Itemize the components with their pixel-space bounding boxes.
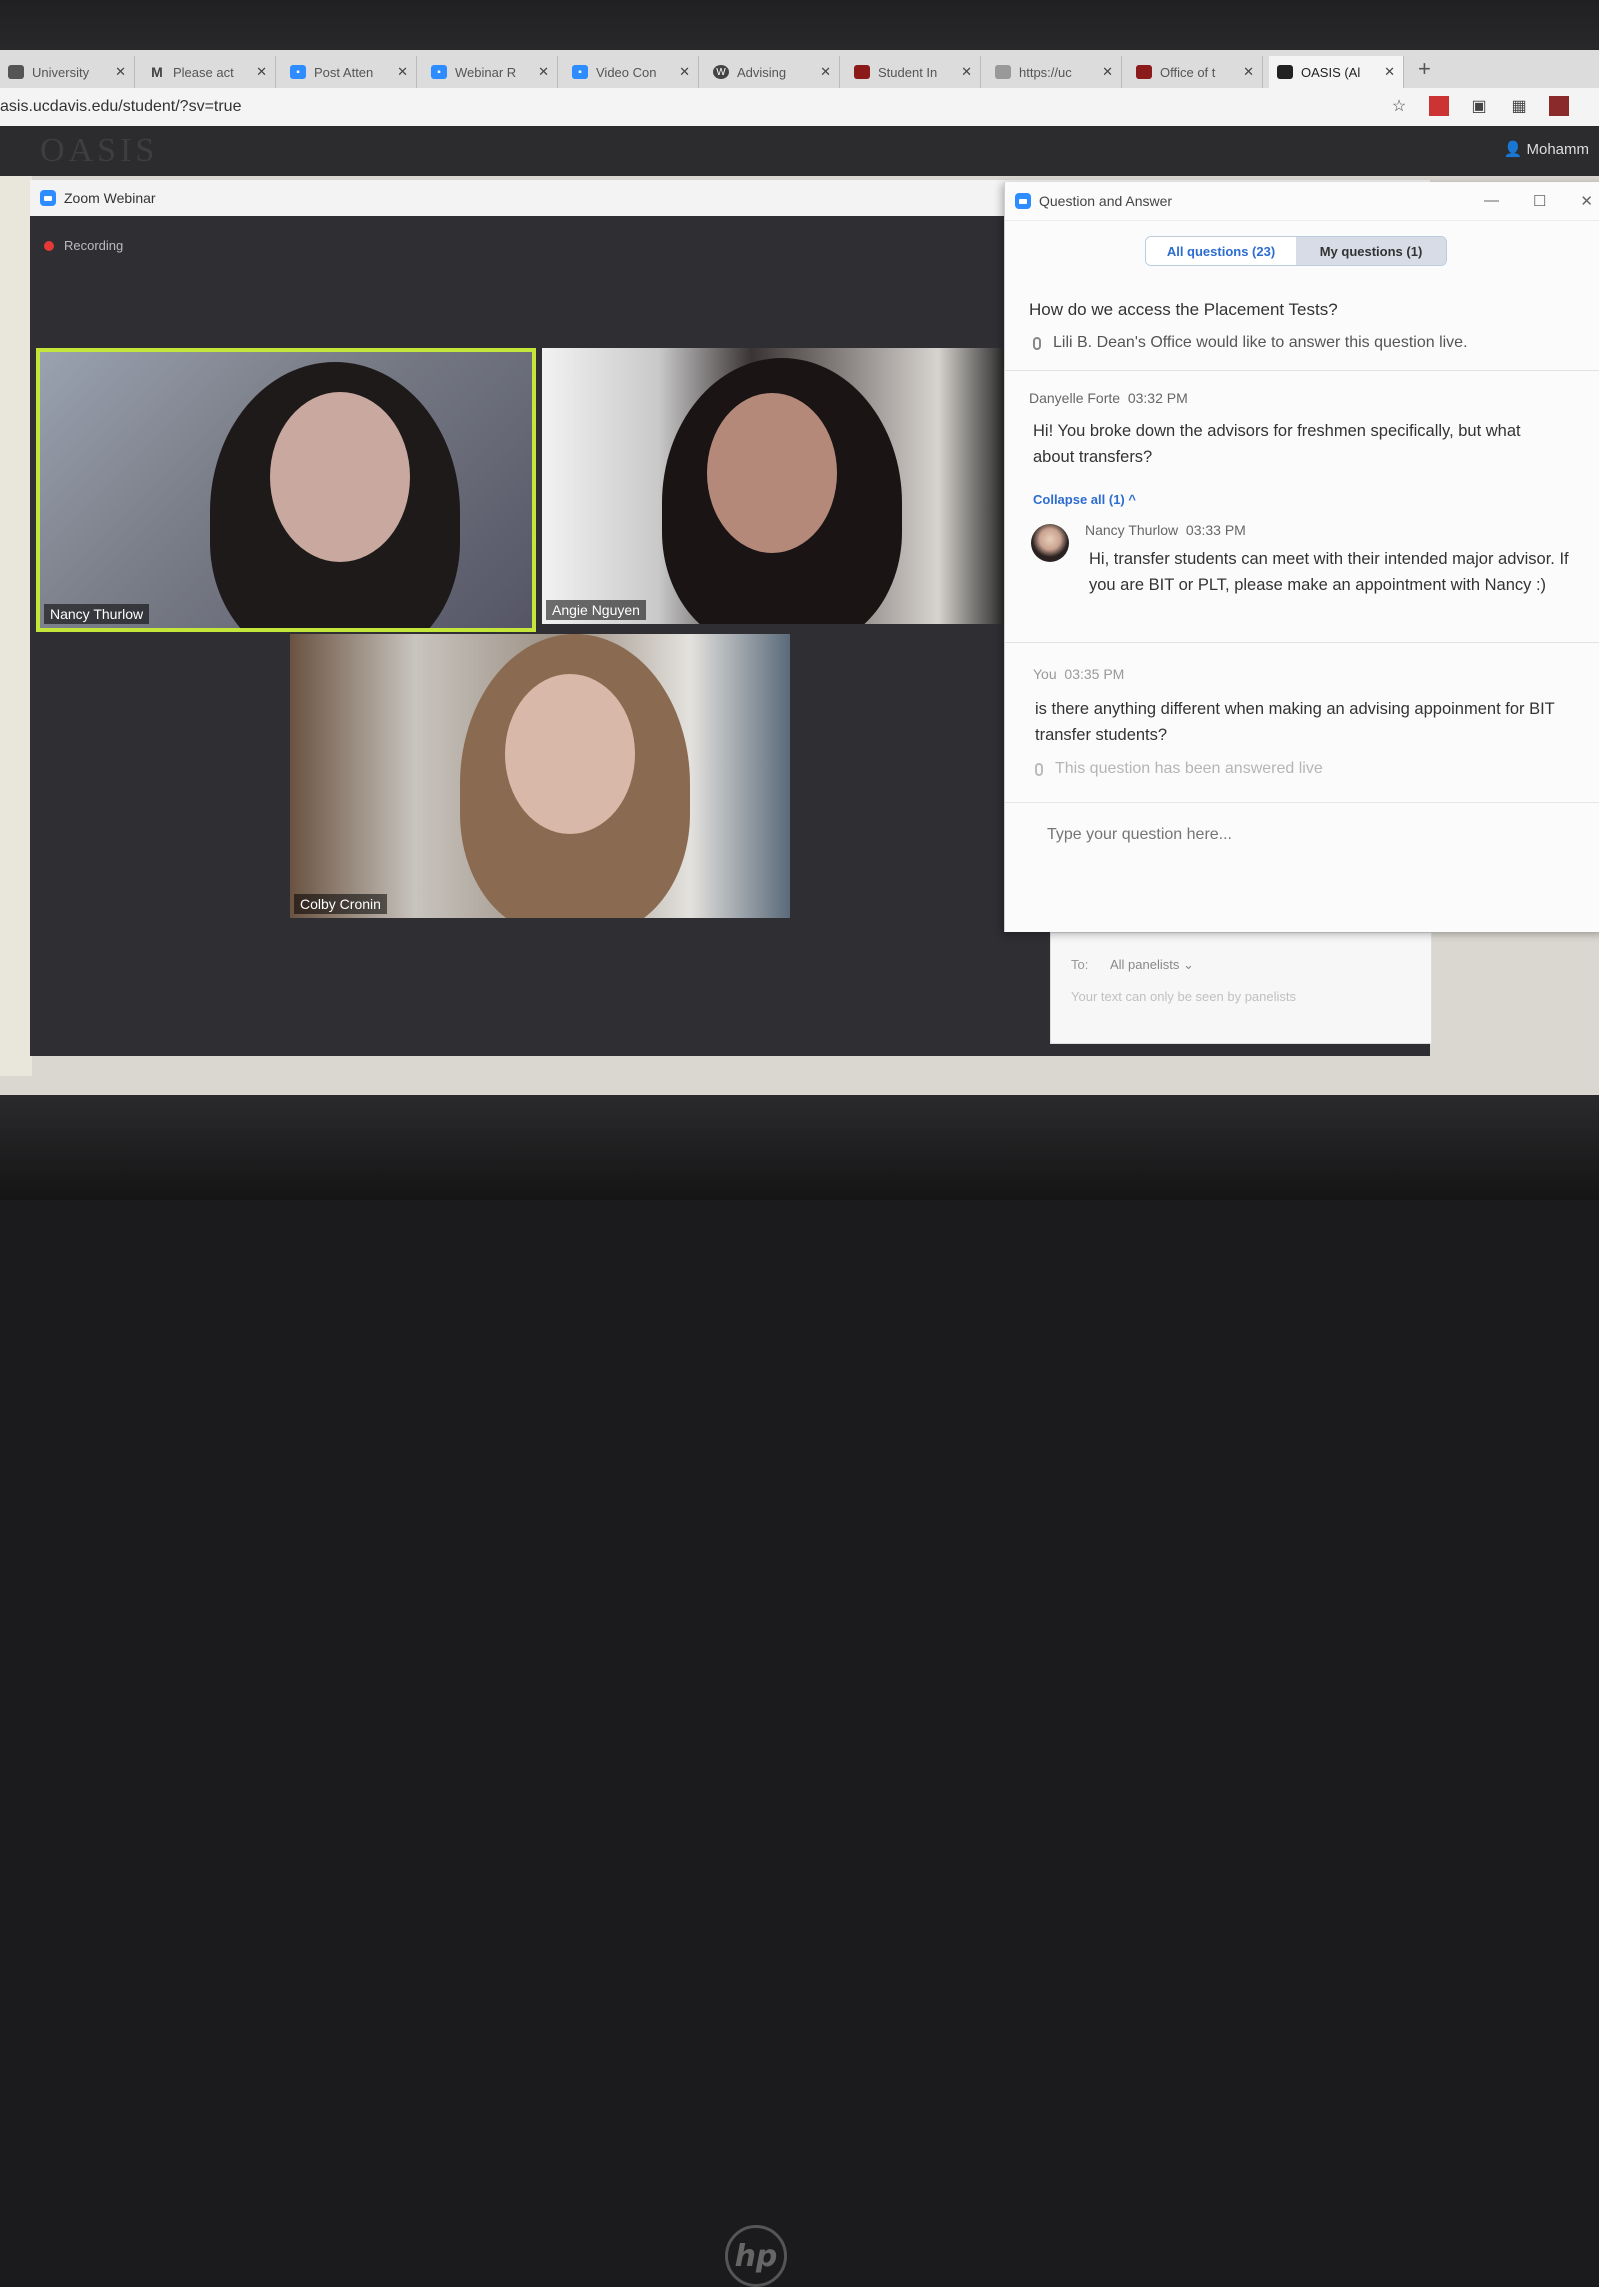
- recording-indicator[interactable]: Recording: [44, 238, 123, 253]
- qa-tab-switch: All questions (23) My questions (1): [1145, 236, 1447, 266]
- question-meta: You 03:35 PM: [1033, 666, 1125, 682]
- question-text: Hi! You broke down the advisors for fres…: [1033, 422, 1521, 466]
- address-bar[interactable]: asis.ucdavis.edu/student/?sv=true ☆ ▣ ▦: [0, 88, 1599, 127]
- zoom-window-title: Zoom Webinar: [64, 190, 156, 206]
- question-input-area: [1005, 802, 1599, 933]
- question-text: How do we access the Placement Tests?: [1029, 300, 1338, 319]
- microphone-icon: [1033, 336, 1041, 350]
- hp-logo: hp: [725, 2225, 787, 2287]
- zoom-icon: ▪: [431, 65, 447, 79]
- answered-live-status: This question has been answered live: [1035, 760, 1323, 778]
- browser-tab[interactable]: M Please act ✕: [141, 56, 276, 88]
- reply-meta: Nancy Thurlow 03:33 PM: [1085, 522, 1246, 538]
- browser-tab[interactable]: W Advising ✕: [705, 56, 840, 88]
- laptop-bezel-bottom: hp: [0, 1095, 1599, 2287]
- recording-dot-icon: [44, 240, 54, 251]
- oasis-icon: [1277, 65, 1293, 79]
- zoom-icon: ▪: [572, 65, 588, 79]
- oasis-logo: OASIS: [40, 132, 159, 169]
- user-icon: 👤: [1503, 141, 1527, 158]
- close-icon[interactable]: ✕: [1243, 64, 1254, 80]
- minimize-icon[interactable]: —: [1484, 192, 1499, 210]
- chat-recipient-row: To: All panelists ⌄: [1071, 957, 1194, 972]
- question-input[interactable]: [1045, 825, 1569, 845]
- microphone-icon: [1035, 762, 1043, 776]
- participant-name-label: Angie Nguyen: [546, 600, 646, 620]
- url-text[interactable]: asis.ucdavis.edu/student/?sv=true: [0, 98, 241, 116]
- avatar: [1031, 524, 1069, 562]
- zoom-icon: ▪: [290, 65, 306, 79]
- window-controls: — ☐ ✕: [1484, 192, 1593, 210]
- tab-all-questions[interactable]: All questions (23): [1146, 237, 1296, 265]
- zoom-logo-icon: [40, 190, 56, 206]
- video-tile-active-speaker[interactable]: Nancy Thurlow: [36, 348, 536, 632]
- browser-tab[interactable]: ▪ Video Con ✕: [564, 56, 699, 88]
- new-tab-plus-icon[interactable]: +: [1418, 56, 1431, 82]
- zoom-logo-icon: [1015, 193, 1031, 209]
- collapse-all-link[interactable]: Collapse all (1) ^: [1033, 492, 1136, 507]
- oasis-header: OASIS 👤 Mohamm: [0, 126, 1599, 176]
- browser-tab-bar: University ✕ M Please act ✕ ▪ Post Atten ✕ ▪ W…: [0, 50, 1599, 88]
- tab-my-questions[interactable]: My questions (1): [1296, 237, 1446, 265]
- document-icon: [995, 65, 1011, 79]
- divider: [1005, 370, 1599, 371]
- qa-window-title: Question and Answer: [1039, 193, 1173, 209]
- browser-tab[interactable]: University ✕: [0, 56, 135, 88]
- pocket-icon[interactable]: ▣: [1469, 96, 1489, 116]
- chevron-down-icon: ⌄: [1182, 957, 1194, 972]
- oasis-user-menu[interactable]: 👤 Mohamm: [1504, 140, 1589, 158]
- qa-window: Question and Answer — ☐ ✕ All questions …: [1004, 182, 1599, 932]
- browser-tab[interactable]: Student In ✕: [846, 56, 981, 88]
- university-icon: [8, 65, 24, 79]
- chat-recipient-dropdown[interactable]: All panelists ⌄: [1110, 957, 1194, 972]
- close-icon[interactable]: ✕: [115, 64, 126, 80]
- bookmark-star-icon[interactable]: ☆: [1389, 96, 1409, 116]
- oasis-sidebar: [0, 176, 32, 1076]
- screen: University ✕ M Please act ✕ ▪ Post Atten ✕ ▪ W…: [0, 50, 1599, 1100]
- participant-name-label: Colby Cronin: [294, 894, 387, 914]
- maximize-icon[interactable]: ☐: [1533, 192, 1546, 210]
- close-icon[interactable]: ✕: [1102, 64, 1113, 80]
- extension-icon[interactable]: [1549, 96, 1569, 116]
- video-tile[interactable]: Colby Cronin: [290, 634, 790, 918]
- qa-title-bar: Question and Answer — ☐ ✕: [1005, 182, 1599, 221]
- close-icon[interactable]: ✕: [1580, 192, 1593, 210]
- gmail-icon: M: [151, 64, 163, 80]
- extension-icon[interactable]: [1429, 96, 1449, 116]
- graduation-cap-icon: [1136, 65, 1152, 79]
- wordpress-icon: W: [713, 65, 729, 79]
- extension-icon[interactable]: ▦: [1509, 96, 1529, 116]
- close-icon[interactable]: ✕: [679, 64, 690, 80]
- close-icon[interactable]: ✕: [820, 64, 831, 80]
- video-tile[interactable]: Angie Nguyen: [542, 348, 1008, 624]
- browser-tab-active[interactable]: OASIS (Al ✕: [1269, 56, 1404, 88]
- close-icon[interactable]: ✕: [256, 64, 267, 80]
- graduation-cap-icon: [854, 65, 870, 79]
- close-icon[interactable]: ✕: [397, 64, 408, 80]
- question-meta: Danyelle Forte 03:32 PM: [1029, 390, 1188, 406]
- chat-footer: To: All panelists ⌄ Your text can only b…: [1050, 932, 1432, 1044]
- participant-name-label: Nancy Thurlow: [44, 604, 150, 624]
- live-answer-note: Lili B. Dean's Office would like to answ…: [1033, 334, 1468, 352]
- browser-tab[interactable]: ▪ Post Atten ✕: [282, 56, 417, 88]
- browser-extension-icons: ☆ ▣ ▦: [1389, 96, 1569, 116]
- divider: [1005, 642, 1599, 643]
- chat-privacy-note: Your text can only be seen by panelists: [1071, 989, 1296, 1004]
- browser-tab[interactable]: ▪ Webinar R ✕: [423, 56, 558, 88]
- question-text: is there anything different when making …: [1035, 700, 1555, 744]
- close-icon[interactable]: ✕: [961, 64, 972, 80]
- reply-text: Hi, transfer students can meet with thei…: [1089, 550, 1569, 594]
- browser-tab[interactable]: Office of t ✕: [1128, 56, 1263, 88]
- close-icon[interactable]: ✕: [1384, 64, 1395, 80]
- close-icon[interactable]: ✕: [538, 64, 549, 80]
- browser-tab[interactable]: https://uc ✕: [987, 56, 1122, 88]
